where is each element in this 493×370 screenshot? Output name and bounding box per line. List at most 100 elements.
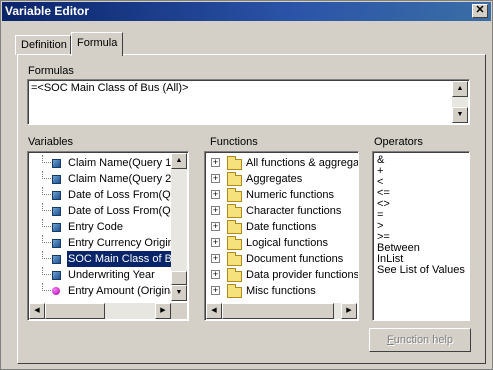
folder-icon (227, 236, 242, 250)
scroll-left-icon[interactable]: ◀ (29, 303, 45, 319)
tab-definition-label: Definition (21, 39, 67, 51)
function-help-label: unction help (393, 334, 454, 346)
variables-horizontal-scrollbar[interactable]: ◀ ▶ (29, 303, 171, 319)
variable-editor-dialog: Variable Editor ✕ Definition Formula For… (0, 0, 493, 370)
expand-icon[interactable]: + (211, 158, 220, 167)
expand-icon[interactable]: + (211, 286, 220, 295)
scroll-left-icon[interactable]: ◀ (206, 303, 222, 319)
expand-icon[interactable]: + (211, 270, 220, 279)
function-help-button[interactable]: Function help (369, 328, 471, 352)
formula-vertical-scrollbar[interactable]: ▲ ▼ (452, 81, 468, 123)
variable-item-label: Entry Currency Origina (68, 237, 180, 249)
scroll-thumb[interactable] (171, 271, 187, 285)
operator-item[interactable]: See List of Values (377, 265, 465, 276)
folder-icon (227, 220, 242, 234)
measure-ball-icon (52, 287, 60, 295)
expand-icon[interactable]: + (211, 206, 220, 215)
scroll-down-icon[interactable]: ▼ (171, 285, 187, 301)
function-category-label: Aggregates (246, 173, 303, 185)
folder-icon (227, 284, 242, 298)
expand-icon[interactable]: + (211, 254, 220, 263)
scroll-thumb[interactable] (222, 303, 334, 319)
variable-item[interactable]: Date of Loss From(Qu (28, 187, 177, 203)
expand-icon[interactable]: + (211, 238, 220, 247)
function-category-label: Character functions (246, 205, 342, 217)
window-title: Variable Editor (5, 4, 90, 18)
function-category-label: Data provider functions (246, 269, 359, 281)
expand-icon[interactable]: + (211, 174, 220, 183)
dimension-cube-icon (52, 271, 61, 280)
variable-item[interactable]: SOC Main Class of Bu (28, 250, 181, 268)
tree-connector (42, 283, 51, 291)
expand-icon[interactable]: + (211, 190, 220, 199)
function-category-label: Numeric functions (246, 189, 335, 201)
scroll-right-icon[interactable]: ▶ (341, 303, 357, 319)
function-category-label: Misc functions (246, 285, 316, 297)
variable-item-label: Claim Name(Query 1 w (68, 157, 183, 169)
functions-label: Functions (210, 136, 258, 148)
scroll-up-icon[interactable]: ▲ (171, 153, 187, 169)
operators-label: Operators (374, 136, 423, 148)
variable-item[interactable]: Entry Amount (Origina (28, 283, 176, 299)
close-icon: ✕ (475, 4, 485, 16)
tree-connector (42, 155, 51, 163)
function-category-item[interactable]: + Document functions (205, 251, 356, 267)
scroll-right-icon[interactable]: ▶ (155, 303, 171, 319)
tree-connector (42, 203, 51, 211)
dimension-cube-icon (52, 159, 61, 168)
variables-vertical-scrollbar[interactable]: ▲ ▼ (171, 153, 187, 301)
function-category-item[interactable]: + Misc functions (205, 283, 356, 299)
function-category-item[interactable]: + Data provider functions (205, 267, 359, 283)
formula-textarea[interactable]: =<SOC Main Class of Bus (All)> ▲ ▼ (27, 79, 470, 125)
folder-icon (227, 188, 242, 202)
function-category-item[interactable]: + Numeric functions (205, 187, 356, 203)
function-category-item[interactable]: + Date functions (205, 219, 356, 235)
dimension-cube-icon (52, 191, 61, 200)
function-category-label: Document functions (246, 253, 344, 265)
folder-icon (227, 172, 242, 186)
formula-text: =<SOC Main Class of Bus (All)> (31, 82, 189, 94)
scroll-corner (171, 303, 187, 319)
variable-item-label: Date of Loss From(Qu (68, 189, 177, 201)
variable-item[interactable]: Claim Name(Query 1 w (28, 155, 182, 171)
tree-connector (42, 187, 51, 195)
functions-horizontal-scrollbar[interactable]: ◀ ▶ (206, 303, 357, 319)
operators-list[interactable]: & + < <= <> = > >= Between InList See List of Valu… (372, 151, 470, 321)
variables-label: Variables (28, 136, 74, 148)
tree-connector (42, 251, 51, 259)
function-category-label: Date functions (246, 221, 317, 233)
tree-connector (42, 267, 51, 275)
dimension-cube-icon (52, 223, 61, 232)
variable-item-label: SOC Main Class of Bu (65, 250, 181, 268)
variable-item[interactable]: Entry Code (28, 219, 171, 235)
functions-tree[interactable]: + All functions & aggregat + Aggregates + Num… (204, 151, 359, 321)
function-category-item[interactable]: + Character functions (205, 203, 356, 219)
variable-item[interactable]: Date of Loss From(Qu (28, 203, 177, 219)
scroll-thumb[interactable] (45, 303, 105, 319)
scroll-down-icon[interactable]: ▼ (452, 107, 468, 123)
folder-icon (227, 268, 242, 282)
variable-item[interactable]: Underwriting Year (28, 267, 171, 283)
close-button[interactable]: ✕ (472, 4, 488, 18)
function-category-label: All functions & aggregat (246, 157, 359, 169)
variable-item-label: Date of Loss From(Qu (68, 205, 177, 217)
function-category-item[interactable]: + Logical functions (205, 235, 356, 251)
tab-definition[interactable]: Definition (15, 35, 71, 55)
variable-item[interactable]: Entry Currency Origina (28, 235, 180, 251)
scroll-up-icon[interactable]: ▲ (452, 81, 468, 97)
variable-item-label: Underwriting Year (68, 269, 155, 281)
tree-connector (42, 171, 51, 179)
variables-tree[interactable]: Claim Name(Query 1 w Claim Name(Query 2 w… (27, 151, 189, 321)
function-category-item[interactable]: + Aggregates (205, 171, 356, 187)
dimension-cube-icon (52, 239, 61, 248)
variable-item[interactable]: Claim Name(Query 2 w (28, 171, 182, 187)
tab-formula-label: Formula (77, 37, 118, 49)
tab-formula[interactable]: Formula (71, 32, 123, 56)
dimension-cube-icon (52, 175, 61, 184)
function-category-label: Logical functions (246, 237, 328, 249)
expand-icon[interactable]: + (211, 222, 220, 231)
function-help-accelerator: F (386, 334, 394, 346)
function-category-item[interactable]: + All functions & aggregat (205, 155, 359, 171)
tree-connector (42, 219, 51, 227)
variable-item-label: Entry Code (68, 221, 124, 233)
